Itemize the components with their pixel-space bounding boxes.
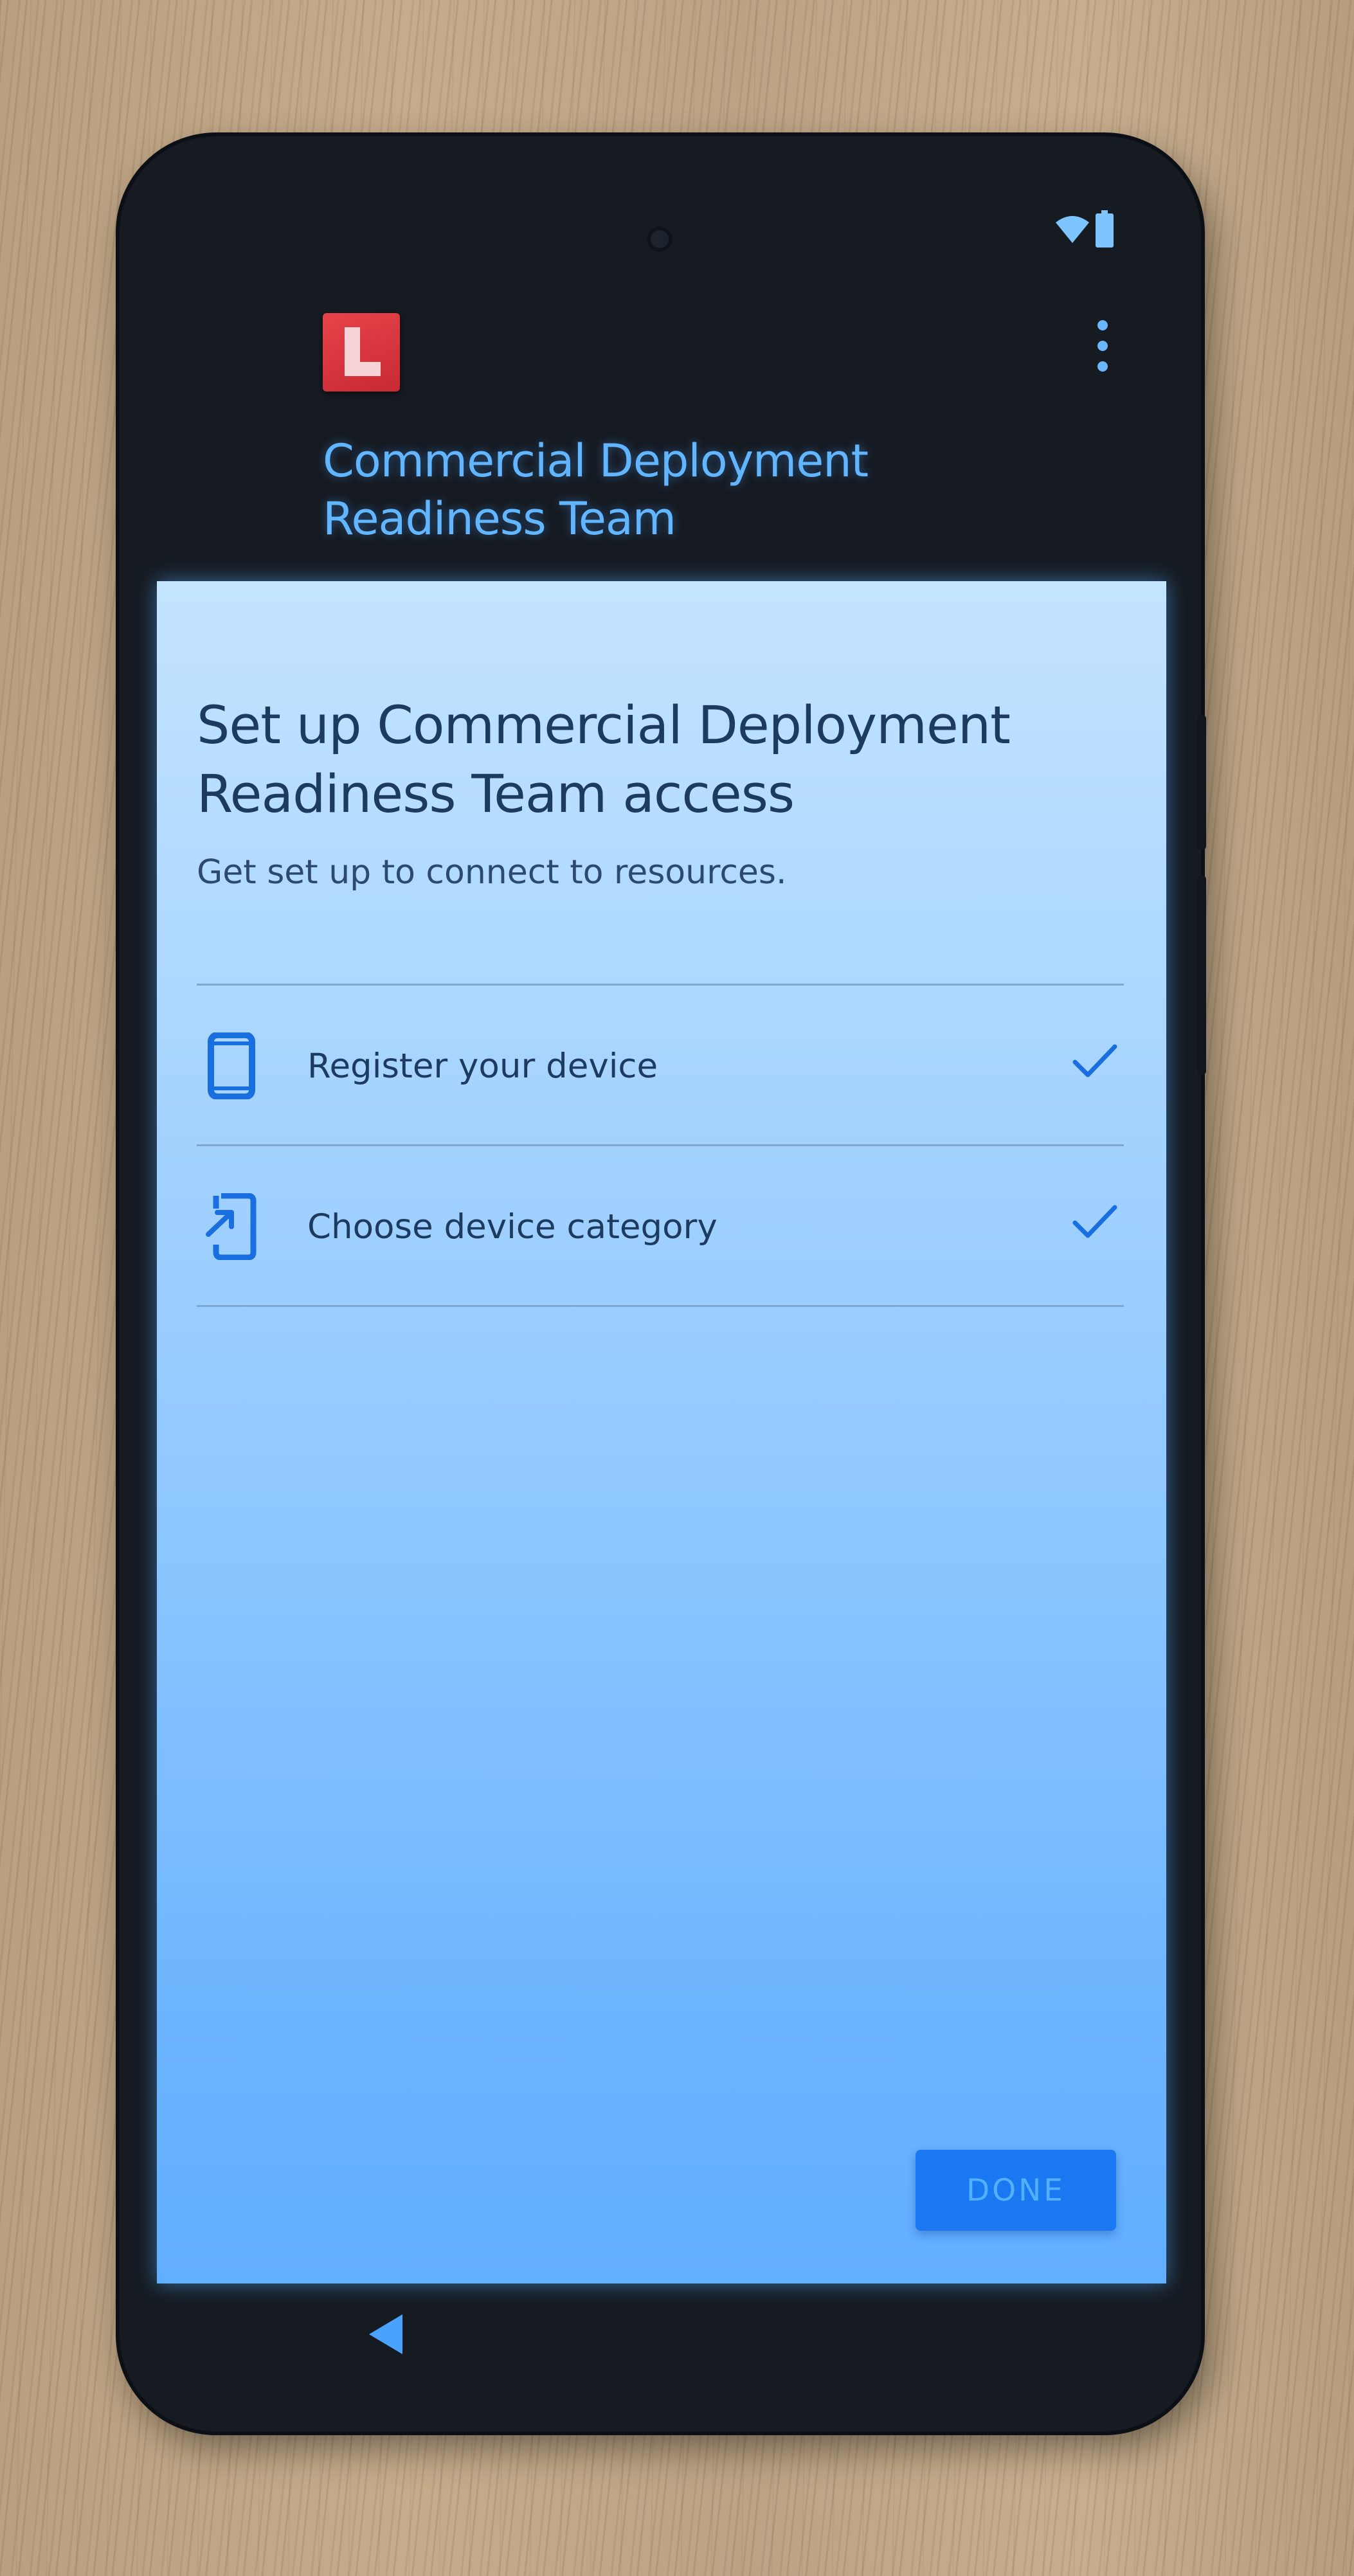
step-choose-category[interactable]: Choose device category xyxy=(197,1147,1124,1305)
step-register-device[interactable]: Register your device xyxy=(197,986,1124,1144)
checkmark-icon xyxy=(1072,1044,1117,1077)
back-triangle-icon[interactable] xyxy=(366,2312,405,2357)
status-bar xyxy=(1054,210,1114,248)
setup-screen: Set up Commercial Deployment Readiness T… xyxy=(157,581,1166,2283)
divider xyxy=(197,1305,1124,1307)
wifi-icon xyxy=(1056,216,1089,243)
phone-icon xyxy=(208,1032,255,1099)
front-camera xyxy=(647,226,672,252)
divider xyxy=(197,1144,1124,1146)
power-button xyxy=(1197,715,1206,850)
page-title: Set up Commercial Deployment Readiness T… xyxy=(197,696,1011,825)
step-label: Choose device category xyxy=(307,1207,718,1247)
step-label: Register your device xyxy=(307,1047,658,1086)
more-vert-icon[interactable] xyxy=(1087,320,1119,372)
volume-button xyxy=(1197,876,1206,1075)
organization-name: Commercial Deployment Readiness Team xyxy=(323,435,869,545)
checkmark-icon xyxy=(1072,1205,1117,1238)
phone-enter-icon xyxy=(206,1193,257,1260)
battery-icon xyxy=(1096,210,1114,248)
company-portal-logo-icon xyxy=(323,313,400,392)
done-button[interactable]: DONE xyxy=(916,2150,1116,2231)
page-subtitle: Get set up to connect to resources. xyxy=(197,853,787,892)
divider xyxy=(197,984,1124,986)
